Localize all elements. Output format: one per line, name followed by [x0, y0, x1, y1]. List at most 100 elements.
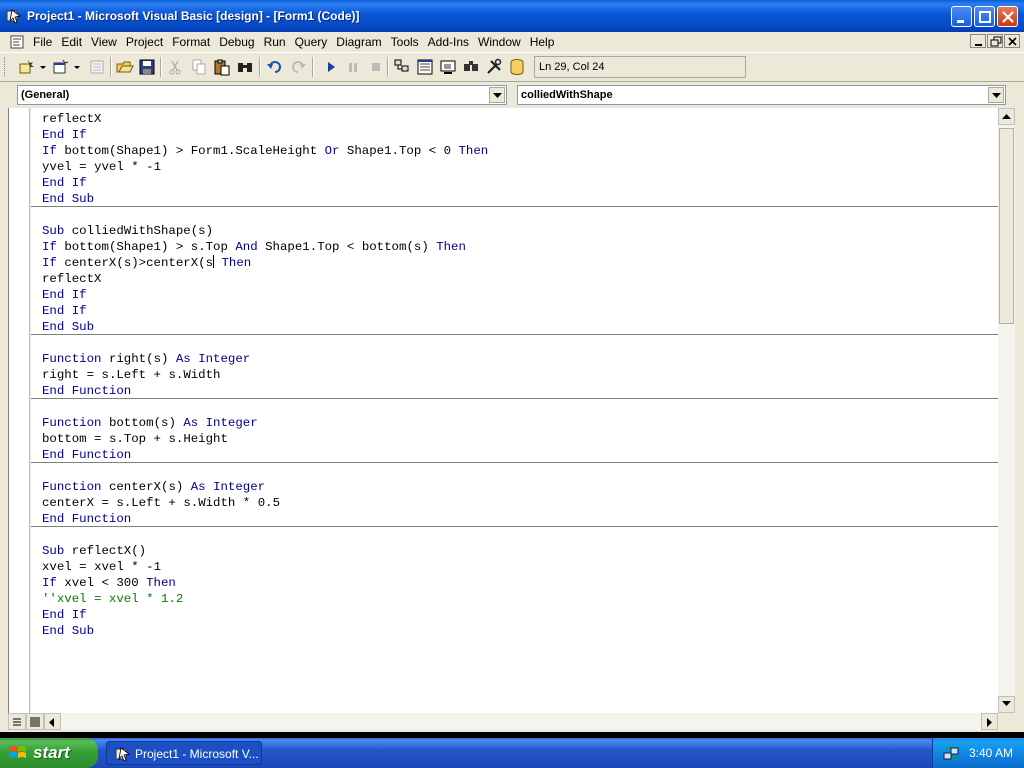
close-button[interactable] — [997, 6, 1018, 27]
paste-icon[interactable] — [213, 58, 231, 76]
minimize-icon — [957, 20, 964, 23]
add-project-icon[interactable] — [18, 58, 36, 76]
menu-diagram[interactable]: Diagram — [333, 35, 384, 49]
code-line[interactable]: ''xvel = xvel * 1.2 — [42, 591, 183, 607]
scroll-up-button[interactable] — [998, 108, 1015, 125]
code-line[interactable]: End Sub — [42, 319, 94, 335]
scroll-left-button[interactable] — [44, 713, 61, 730]
start-icon[interactable] — [322, 58, 340, 76]
open-project-icon[interactable] — [116, 58, 134, 76]
start-button[interactable]: start — [0, 738, 98, 768]
menu-run[interactable]: Run — [261, 35, 289, 49]
code-line[interactable]: End Function — [42, 447, 131, 463]
code-line[interactable]: End If — [42, 607, 87, 623]
data-view-icon[interactable] — [508, 58, 526, 76]
chevron-down-icon[interactable] — [38, 58, 48, 76]
vertical-scroll-thumb[interactable] — [999, 128, 1014, 324]
code-line[interactable]: yvel = yvel * -1 — [42, 159, 161, 175]
maximize-button[interactable] — [974, 6, 995, 27]
code-line[interactable]: Function bottom(s) As Integer — [42, 415, 258, 431]
procedure-view-button[interactable] — [8, 713, 26, 730]
code-line[interactable]: Sub reflectX() — [42, 543, 146, 559]
code-line[interactable]: If centerX(s)>centerX(s Then — [42, 255, 251, 271]
code-line[interactable]: Function centerX(s) As Integer — [42, 479, 265, 495]
code-line[interactable]: If bottom(Shape1) > s.Top And Shape1.Top… — [42, 239, 466, 255]
margin-indicator-bar[interactable] — [8, 108, 30, 713]
menu-query[interactable]: Query — [292, 35, 331, 49]
code-line[interactable]: centerX = s.Left + s.Width * 0.5 — [42, 495, 280, 511]
clock[interactable]: 3:40 AM — [969, 746, 1013, 760]
code-line[interactable]: right = s.Left + s.Width — [42, 367, 221, 383]
object-dropdown-value: (General) — [21, 89, 70, 101]
taskbar-button-project1[interactable]: Project1 - Microsoft V... — [106, 741, 262, 765]
menu-editor-icon[interactable] — [88, 58, 106, 76]
end-icon[interactable] — [367, 58, 385, 76]
cursor-position: Ln 29, Col 24 — [539, 61, 605, 73]
full-module-view-button[interactable] — [26, 713, 44, 730]
code-window-icon[interactable] — [10, 35, 24, 49]
code-line[interactable]: If bottom(Shape1) > Form1.ScaleHeight Or… — [42, 143, 488, 159]
mdi-minimize-button[interactable] — [970, 34, 986, 48]
procedure-dropdown[interactable]: colliedWithShape — [517, 85, 1006, 105]
copy-icon[interactable] — [190, 58, 208, 76]
cut-icon[interactable] — [166, 58, 184, 76]
horizontal-scrollbar[interactable] — [8, 713, 998, 730]
code-line[interactable]: reflectX — [42, 111, 102, 127]
chevron-down-icon[interactable] — [72, 58, 82, 76]
code-line[interactable]: End Sub — [42, 623, 94, 639]
properties-window-icon[interactable] — [416, 58, 434, 76]
code-line[interactable]: End Function — [42, 383, 131, 399]
menu-file[interactable]: File — [30, 35, 55, 49]
code-line[interactable]: End Sub — [42, 191, 94, 207]
code-line[interactable]: Function right(s) As Integer — [42, 351, 250, 367]
code-line[interactable]: bottom = s.Top + s.Height — [42, 431, 228, 447]
menu-window[interactable]: Window — [475, 35, 524, 49]
redo-icon[interactable] — [289, 58, 307, 76]
project-explorer-icon[interactable] — [393, 58, 411, 76]
code-line[interactable]: Sub colliedWithShape(s) — [42, 223, 213, 239]
object-dropdown[interactable]: (General) — [17, 85, 507, 105]
code-line[interactable]: reflectX — [42, 271, 102, 287]
add-form-icon[interactable] — [52, 58, 70, 76]
object-browser-icon[interactable] — [462, 58, 480, 76]
procedure-separator — [31, 398, 998, 399]
toolbox-icon[interactable] — [485, 58, 503, 76]
code-window-header: (General) colliedWithShape — [0, 82, 1024, 108]
menu-help[interactable]: Help — [527, 35, 558, 49]
minimize-button[interactable] — [951, 6, 972, 27]
code-line[interactable]: End If — [42, 303, 87, 319]
menu-view[interactable]: View — [88, 35, 120, 49]
procedure-dropdown-button[interactable] — [988, 87, 1004, 103]
code-line[interactable]: End If — [42, 127, 87, 143]
code-editor[interactable]: reflectX End If If bottom(Shape1) > Form1.… — [31, 108, 998, 713]
undo-icon[interactable] — [266, 58, 284, 76]
menu-tools[interactable]: Tools — [388, 35, 422, 49]
mdi-close-button[interactable] — [1004, 34, 1020, 48]
code-line[interactable]: End If — [42, 287, 87, 303]
object-dropdown-button[interactable] — [489, 87, 505, 103]
form-layout-icon[interactable] — [439, 58, 457, 76]
network-icon[interactable] — [943, 745, 959, 761]
find-icon[interactable] — [236, 58, 254, 76]
menu-format[interactable]: Format — [169, 35, 213, 49]
toolbar-grip[interactable] — [4, 57, 7, 77]
code-line[interactable]: End If — [42, 175, 87, 191]
procedure-separator — [31, 462, 998, 463]
menu-add-ins[interactable]: Add-Ins — [425, 35, 472, 49]
code-text: End If — [42, 128, 87, 142]
save-project-icon[interactable] — [138, 58, 156, 76]
code-line[interactable]: xvel = xvel * -1 — [42, 559, 161, 575]
scroll-down-button[interactable] — [998, 696, 1015, 713]
title-bar[interactable]: Project1 - Microsoft Visual Basic [desig… — [0, 0, 1024, 32]
menu-edit[interactable]: Edit — [58, 35, 85, 49]
mdi-restore-button[interactable] — [987, 34, 1003, 48]
menu-project[interactable]: Project — [123, 35, 166, 49]
code-line[interactable]: If xvel < 300 Then — [42, 575, 176, 591]
break-icon[interactable] — [344, 58, 362, 76]
vertical-scrollbar[interactable] — [998, 108, 1015, 713]
code-line[interactable]: End Function — [42, 511, 131, 527]
menu-debug[interactable]: Debug — [216, 35, 257, 49]
scroll-right-button[interactable] — [981, 713, 998, 730]
code-text: End Sub — [42, 320, 95, 334]
maximize-icon — [979, 11, 991, 23]
